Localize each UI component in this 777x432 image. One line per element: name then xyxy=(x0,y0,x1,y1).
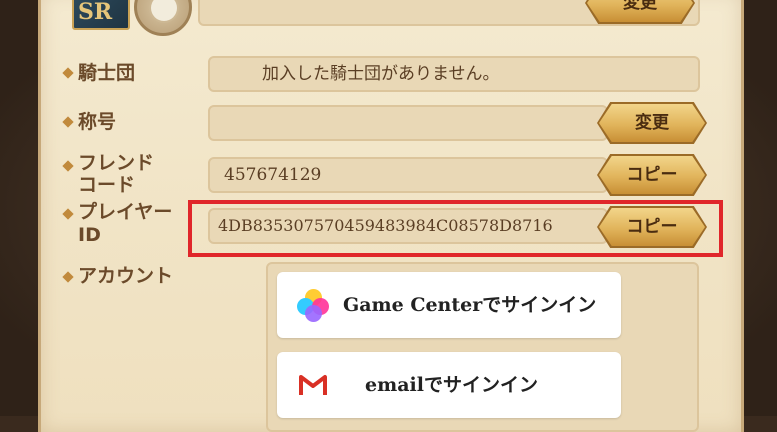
avatar-area: SR xyxy=(72,0,192,36)
title-label: 称号 xyxy=(78,111,117,133)
friend-code-copy-button[interactable]: コピー xyxy=(599,156,705,194)
player-id-label-line1: プレイヤー xyxy=(78,201,173,223)
top-change-button[interactable]: 変更 xyxy=(587,0,693,22)
gmail-icon xyxy=(299,375,327,395)
friend-code-field: 457674129 xyxy=(208,157,608,193)
player-id-label-line2: ID xyxy=(78,224,101,246)
avatar-icon xyxy=(151,0,177,21)
game-center-signin-label: Game Centerでサインイン xyxy=(343,294,597,316)
title-change-button[interactable]: 変更 xyxy=(599,104,705,142)
friend-code-label-line1: フレンド xyxy=(78,152,155,174)
guild-label: 騎士団 xyxy=(78,62,136,84)
guild-field: 加入した騎士団がありません。 xyxy=(208,56,700,92)
email-signin-label: emailでサインイン xyxy=(365,374,538,396)
guild-value: 加入した騎士団がありません。 xyxy=(262,64,500,84)
account-label: アカウント xyxy=(78,265,174,287)
friend-code-label-line2: コード xyxy=(78,174,136,196)
friend-code-value: 457674129 xyxy=(224,165,322,185)
avatar[interactable] xyxy=(134,0,192,36)
rank-badge: SR xyxy=(72,0,130,30)
highlight-box xyxy=(188,200,723,257)
game-center-signin-button[interactable]: Game Centerでサインイン xyxy=(277,272,621,338)
title-field xyxy=(208,105,608,141)
game-center-icon xyxy=(297,289,329,322)
email-signin-button[interactable]: emailでサインイン xyxy=(277,352,621,418)
